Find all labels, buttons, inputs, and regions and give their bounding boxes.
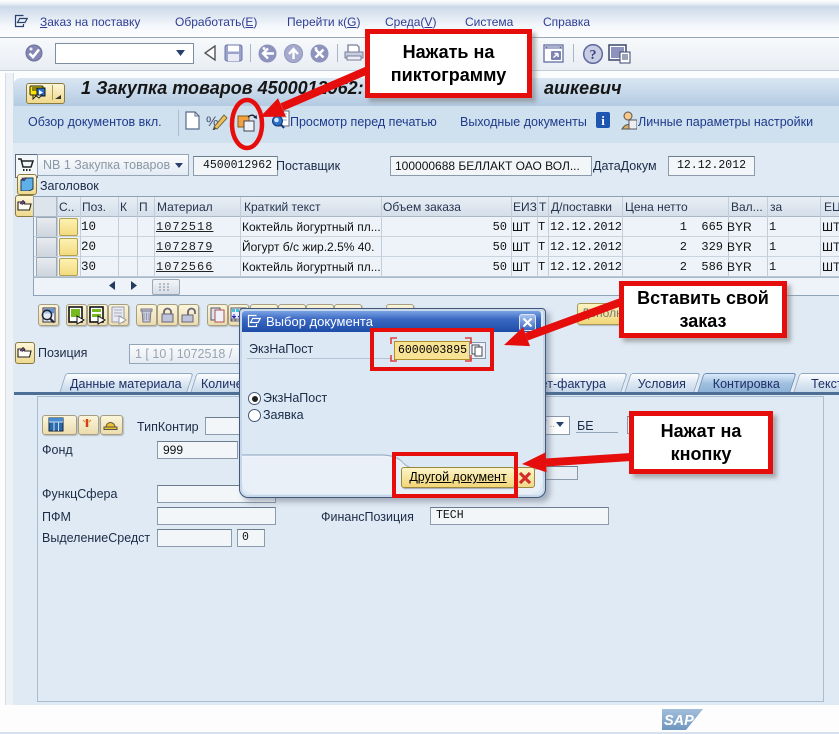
svg-text:i: i xyxy=(601,113,605,128)
svg-text:SAP: SAP xyxy=(664,713,694,729)
svg-text:?: ? xyxy=(590,48,597,63)
